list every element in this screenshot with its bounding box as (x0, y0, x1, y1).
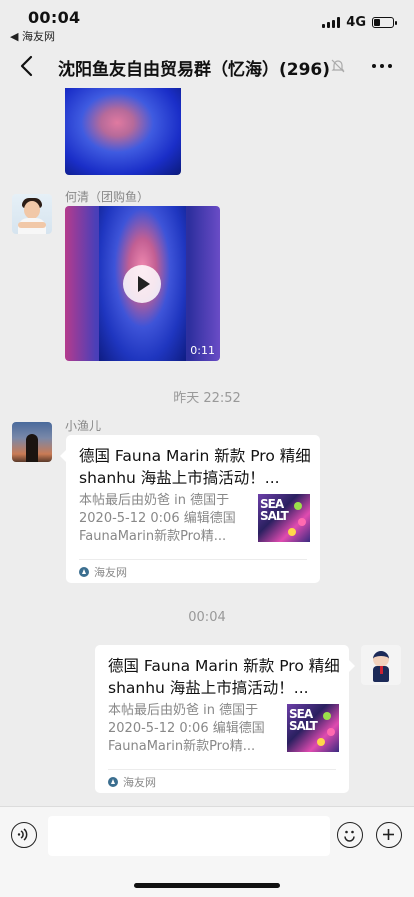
sender-name: 何清（团购鱼） (65, 190, 150, 204)
video-duration: 0:11 (190, 344, 215, 357)
mute-bell-icon (331, 59, 345, 73)
status-bar: 00:04 ◀ 海友网 4G (0, 0, 414, 44)
image-message[interactable] (65, 88, 181, 175)
link-description: 本帖最后由奶爸 in 德国于 2020-5-12 0:06 编辑德国 Fauna… (79, 493, 236, 544)
signal-icon (322, 17, 341, 28)
divider (108, 769, 336, 770)
divider (79, 559, 307, 560)
link-thumbnail: SEA SALT (287, 704, 339, 752)
voice-icon[interactable] (11, 822, 37, 848)
avatar[interactable] (361, 645, 401, 685)
avatar[interactable] (12, 194, 52, 234)
input-bar (0, 806, 414, 897)
more-options-icon[interactable] (372, 64, 392, 68)
plus-icon[interactable] (376, 822, 402, 848)
source-logo-icon (108, 777, 118, 787)
link-title: 德国 Fauna Marin 新款 Pro 精细 shanhu 海盐上市搞活动！… (108, 657, 340, 697)
status-indicators: 4G (322, 15, 397, 30)
back-to-app-link[interactable]: ◀ 海友网 (10, 28, 55, 44)
timestamp: 昨天 22:52 (173, 391, 241, 406)
link-title: 德国 Fauna Marin 新款 Pro 精细 shanhu 海盐上市搞活动！… (79, 447, 311, 487)
link-source: 海友网 (108, 774, 156, 790)
sender-name: 小渔儿 (65, 419, 102, 433)
link-card[interactable]: 德国 Fauna Marin 新款 Pro 精细 shanhu 海盐上市搞活动！… (95, 645, 355, 793)
chat-header: 沈阳鱼友自由贸易群（忆海）(296) (0, 44, 414, 88)
avatar[interactable] (12, 422, 52, 462)
message-input[interactable] (48, 816, 330, 856)
timestamp: 00:04 (188, 610, 226, 625)
chat-title: 沈阳鱼友自由贸易群（忆海）(296) (58, 60, 331, 80)
source-name: 海友网 (94, 566, 127, 579)
play-icon[interactable] (123, 265, 161, 303)
battery-icon (372, 17, 397, 28)
emoji-icon[interactable] (337, 822, 363, 848)
link-card[interactable]: 德国 Fauna Marin 新款 Pro 精细 shanhu 海盐上市搞活动！… (60, 435, 320, 583)
link-source: 海友网 (79, 564, 127, 580)
video-message[interactable]: 0:11 (65, 206, 220, 361)
link-description: 本帖最后由奶爸 in 德国于 2020-5-12 0:06 编辑德国 Fauna… (108, 703, 265, 754)
source-logo-icon (79, 567, 89, 577)
chat-messages: 何清（团购鱼） 0:11 昨天 22:52 小渔儿 德国 Fauna Marin… (0, 88, 414, 806)
back-chevron-icon[interactable] (16, 54, 38, 78)
source-name: 海友网 (123, 776, 156, 789)
link-thumbnail: SEA SALT (258, 494, 310, 542)
status-time: 00:04 (28, 8, 81, 27)
network-type: 4G (346, 15, 366, 30)
home-indicator (134, 883, 280, 888)
